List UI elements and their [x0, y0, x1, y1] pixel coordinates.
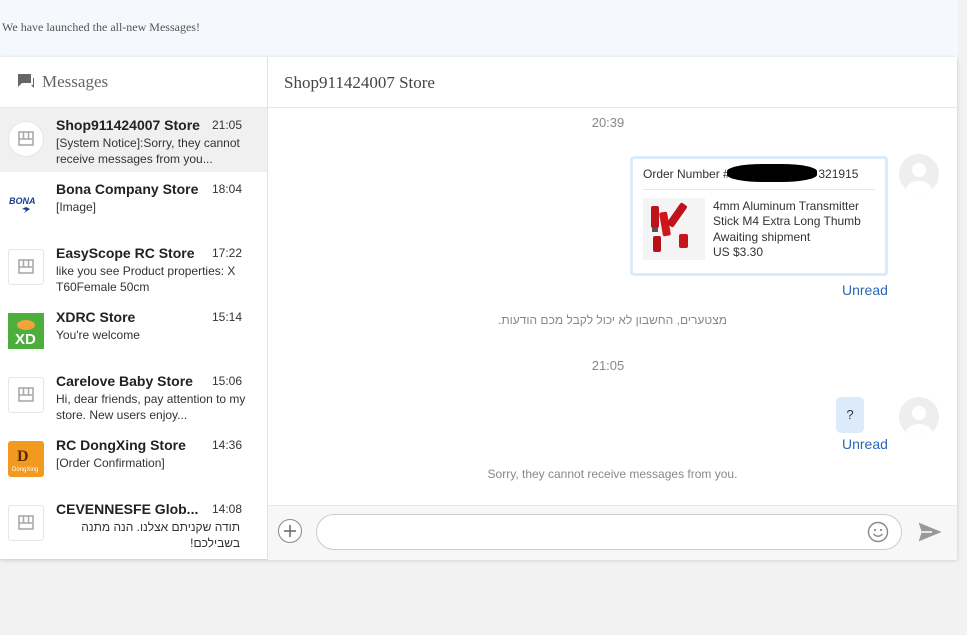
unread-label: Unread — [842, 436, 888, 452]
product-price: US $3.30 — [713, 245, 764, 259]
store-icon — [8, 249, 44, 285]
messages-window: Messages Shop911424007 Store 21:05 [Syst… — [0, 57, 957, 560]
chat-header: Shop911424007 Store — [268, 57, 957, 108]
svg-text:DongXing: DongXing — [12, 467, 38, 473]
product-title[interactable]: 4mm Aluminum Transmitter Stick M4 Extra … — [713, 199, 881, 229]
conversation-time: 15:14 — [212, 310, 243, 324]
conversation-item[interactable]: CEVENNESFE Glob... 14:08 תודה שקניתם אצל… — [0, 492, 267, 556]
plus-icon — [284, 525, 296, 537]
system-notice: Sorry, they cannot receive messages from… — [487, 467, 738, 481]
xdrc-logo: XD — [8, 313, 44, 349]
conversation-preview: like you see Product properties: X T60Fe… — [56, 264, 236, 294]
conversation-name: Carelove Baby Store — [56, 373, 193, 389]
conversation-time: 21:05 — [212, 118, 243, 132]
user-avatar — [899, 397, 939, 437]
conversation-item[interactable]: D DongXing RC DongXing Store 14:36 [Orde… — [0, 428, 267, 492]
svg-text:XD: XD — [15, 331, 36, 348]
product-image[interactable] — [643, 198, 705, 260]
unread-label: Unread — [842, 282, 888, 298]
conversation-name: Shop911424007 Store — [56, 117, 200, 133]
conversation-time: 14:36 — [212, 438, 243, 452]
conversation-item[interactable]: Shop911424007 Store 21:05 [System Notice… — [0, 108, 267, 172]
chat-title: Shop911424007 Store — [284, 73, 435, 92]
conversation-item[interactable]: BONA Bona Company Store 18:04 [Image] — [0, 172, 267, 236]
order-card[interactable]: Order Number #8 321915 4mm Aluminum Trans… — [630, 156, 888, 276]
message-input[interactable] — [316, 514, 902, 550]
sidebar-title: Messages — [42, 72, 109, 91]
system-notice-hebrew: מצטערים, החשבון לא יכול לקבל מכם הודעות. — [498, 313, 727, 327]
conversation-name: RC DongXing Store — [56, 437, 186, 453]
conversation-time: 14:08 — [212, 502, 243, 516]
conversation-time: 15:06 — [212, 374, 243, 388]
conversation-name: XDRC Store — [56, 309, 136, 325]
conversation-name: EasyScope RC Store — [56, 245, 195, 261]
message-composer — [268, 505, 957, 560]
conversation-time: 17:22 — [212, 246, 243, 260]
conversation-preview: [System Notice]:Sorry, they cannot recei… — [56, 136, 240, 166]
conversation-time: 18:04 — [212, 182, 243, 196]
conversation-preview: You're welcome — [56, 328, 140, 342]
dongxing-logo: D DongXing — [8, 441, 44, 477]
store-icon — [8, 377, 44, 413]
emoji-icon[interactable] — [867, 521, 889, 543]
conversation-preview: [Image] — [56, 200, 97, 214]
conversation-item[interactable]: Carelove Baby Store 15:06 Hi, dear frien… — [0, 364, 267, 428]
user-avatar — [899, 154, 939, 194]
store-icon — [8, 505, 44, 541]
bona-logo: BONA — [8, 185, 44, 221]
conversation-item[interactable]: EasyScope RC Store 17:22 like you see Pr… — [0, 236, 267, 300]
chat-panel: Shop911424007 Store 20:39 Order Number #… — [268, 57, 957, 560]
banner-text: We have launched the all-new Messages! — [2, 20, 200, 34]
conversation-preview: [Order Confirmation] — [56, 456, 165, 470]
conversation-name: Bona Company Store — [56, 181, 199, 197]
time-separator: 21:05 — [591, 358, 625, 373]
svg-text:BONA: BONA — [9, 196, 36, 206]
order-status: Awaiting shipment — [713, 230, 811, 244]
announcement-banner: We have launched the all-new Messages! — [0, 0, 958, 57]
conversation-name: CEVENNESFE Glob... — [56, 501, 199, 517]
svg-text:D: D — [17, 448, 29, 465]
conversation-item[interactable]: XD XDRC Store 15:14 You're welcome — [0, 300, 267, 364]
divider — [643, 189, 875, 190]
store-icon — [8, 121, 44, 157]
redaction-mark — [727, 164, 817, 182]
sidebar-header: Messages — [0, 57, 267, 108]
send-icon[interactable] — [918, 522, 942, 542]
time-separator: 20:39 — [591, 115, 625, 130]
messages-icon — [18, 74, 34, 88]
conversation-preview: Hi, dear friends, pay attention to my st… — [56, 392, 246, 422]
conversation-sidebar: Messages Shop911424007 Store 21:05 [Syst… — [0, 57, 268, 559]
message-bubble: ? — [836, 397, 864, 433]
conversation-preview: תודה שקניתם אצלנו. הנה מתנה בשבילכם! — [81, 520, 240, 550]
add-attachment-button[interactable] — [278, 519, 302, 543]
